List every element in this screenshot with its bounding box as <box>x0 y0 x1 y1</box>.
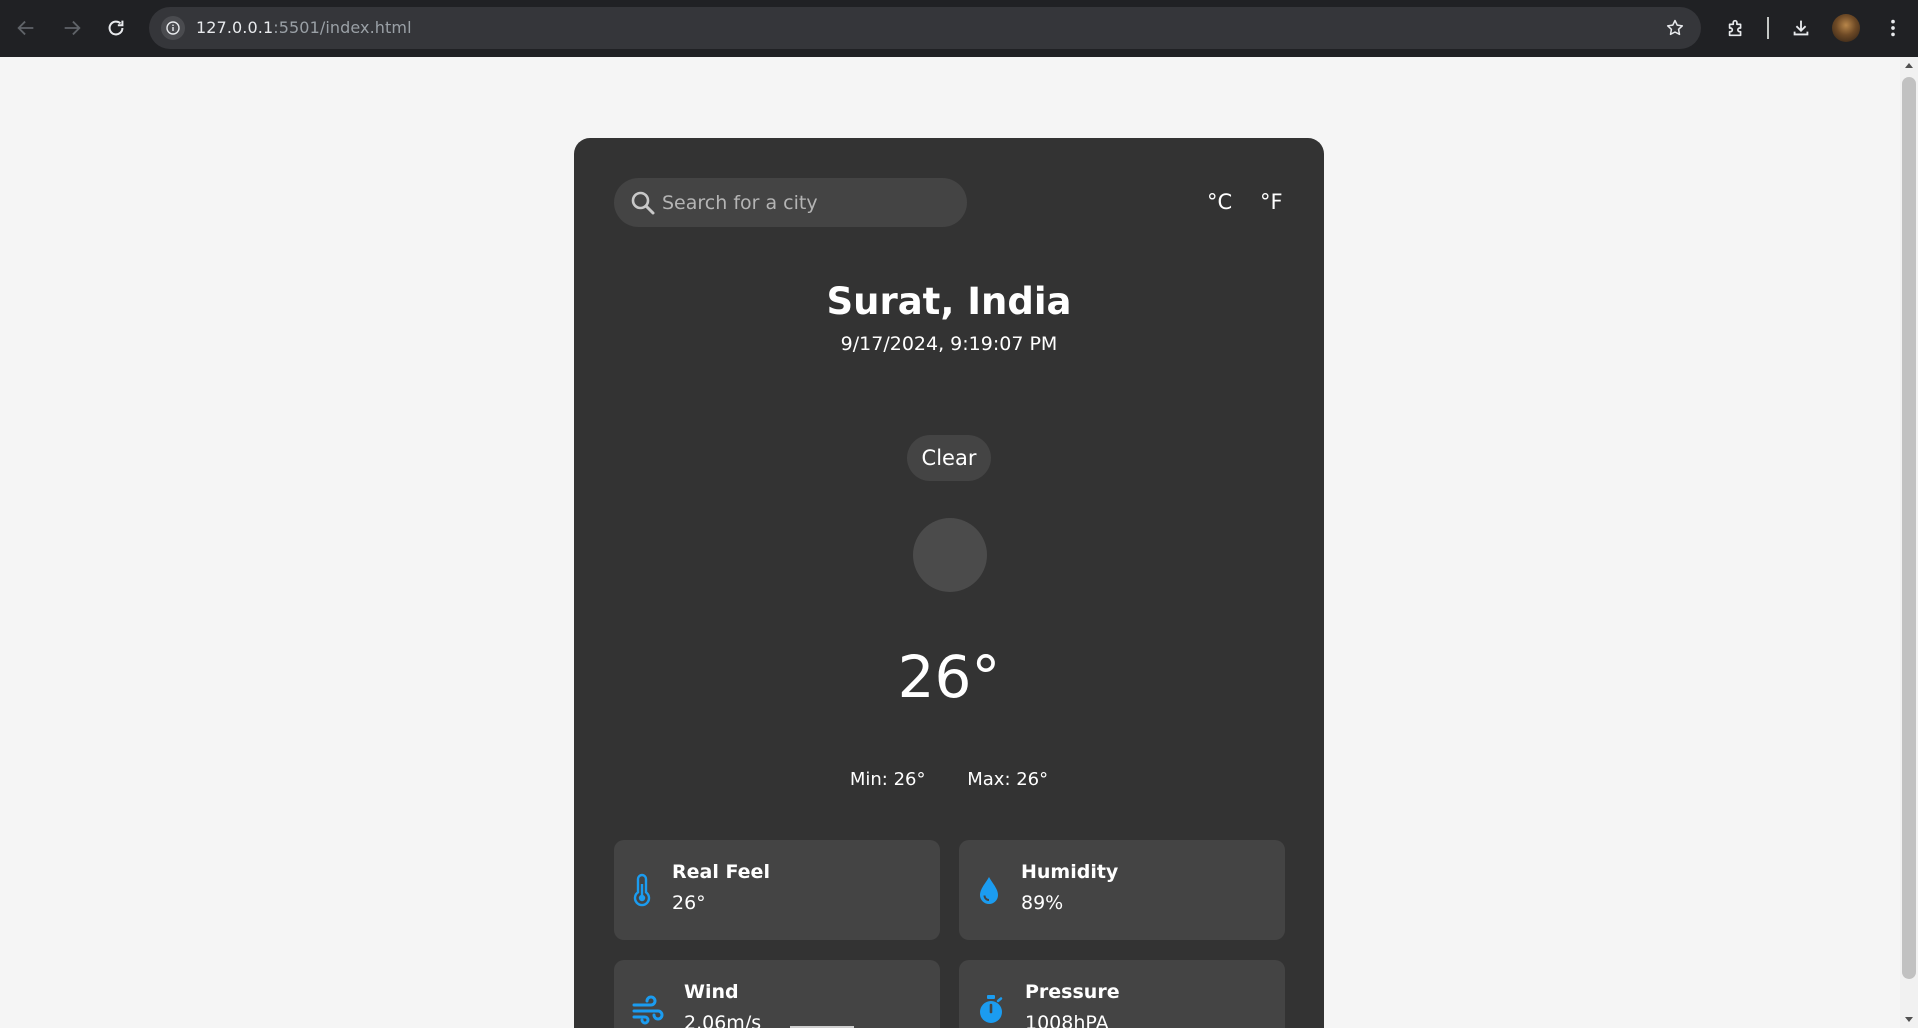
fahrenheit-toggle[interactable]: °F <box>1260 190 1283 214</box>
wind-value: 2.06m/s <box>684 1012 762 1028</box>
humidity-tile: Humidity 89% <box>959 840 1285 940</box>
reload-icon[interactable] <box>101 13 131 43</box>
site-info-icon[interactable] <box>161 16 185 40</box>
url-text[interactable]: 127.0.0.1:5501/index.html <box>196 18 412 37</box>
city-search[interactable] <box>614 178 967 227</box>
humidity-value: 89% <box>1021 892 1064 914</box>
condition-badge: Clear <box>906 435 992 481</box>
forward-icon[interactable] <box>57 13 87 43</box>
real-feel-label: Real Feel <box>672 861 770 883</box>
profile-avatar[interactable] <box>1832 14 1860 42</box>
pressure-value: 1008hPA <box>1025 1012 1109 1028</box>
back-icon[interactable] <box>11 13 41 43</box>
droplet-icon <box>969 870 1009 910</box>
stopwatch-icon <box>971 990 1011 1028</box>
current-temperature: 26° <box>897 643 1001 711</box>
url-path: :5501/index.html <box>273 18 412 37</box>
address-bar[interactable]: 127.0.0.1:5501/index.html <box>149 7 1701 49</box>
bookmark-star-icon[interactable] <box>1663 16 1687 40</box>
real-feel-value: 26° <box>672 892 706 914</box>
scroll-up-arrow-icon[interactable] <box>1905 63 1913 68</box>
downloads-icon[interactable] <box>1787 14 1815 42</box>
wind-tile: Wind 2.06m/s <box>614 960 940 1028</box>
scrollbar-thumb[interactable] <box>1902 77 1916 979</box>
humidity-label: Humidity <box>1021 861 1119 883</box>
pressure-tile: Pressure 1008hPA <box>959 960 1285 1028</box>
wind-icon <box>628 990 668 1028</box>
wind-label: Wind <box>684 981 739 1003</box>
weather-card: °C °F Surat, India 9/17/2024, 9:19:07 PM… <box>574 138 1324 1028</box>
city-name: Surat, India <box>826 280 1072 323</box>
real-feel-tile: Real Feel 26° <box>614 840 940 940</box>
search-input[interactable] <box>662 178 952 227</box>
local-datetime: 9/17/2024, 9:19:07 PM <box>840 333 1058 355</box>
scroll-down-arrow-icon[interactable] <box>1905 1017 1913 1022</box>
max-temperature: Max: 26° <box>967 769 1049 790</box>
pressure-label: Pressure <box>1025 981 1120 1003</box>
toolbar-divider <box>1767 17 1769 39</box>
browser-toolbar: 127.0.0.1:5501/index.html <box>0 0 1918 57</box>
condition-wrap: Clear <box>574 435 1324 481</box>
weather-condition-icon <box>913 518 987 592</box>
search-icon <box>631 191 655 215</box>
min-temperature: Min: 26° <box>849 769 926 790</box>
celsius-toggle[interactable]: °C <box>1207 190 1232 214</box>
url-host: 127.0.0.1 <box>196 18 274 37</box>
min-max-row: Min: 26° Max: 26° <box>574 769 1324 790</box>
page-viewport: °C °F Surat, India 9/17/2024, 9:19:07 PM… <box>0 57 1900 1028</box>
extensions-icon[interactable] <box>1722 14 1750 42</box>
thermometer-icon <box>622 870 662 910</box>
page-scrollbar[interactable] <box>1900 57 1918 1028</box>
menu-dots-icon[interactable] <box>1879 14 1907 42</box>
